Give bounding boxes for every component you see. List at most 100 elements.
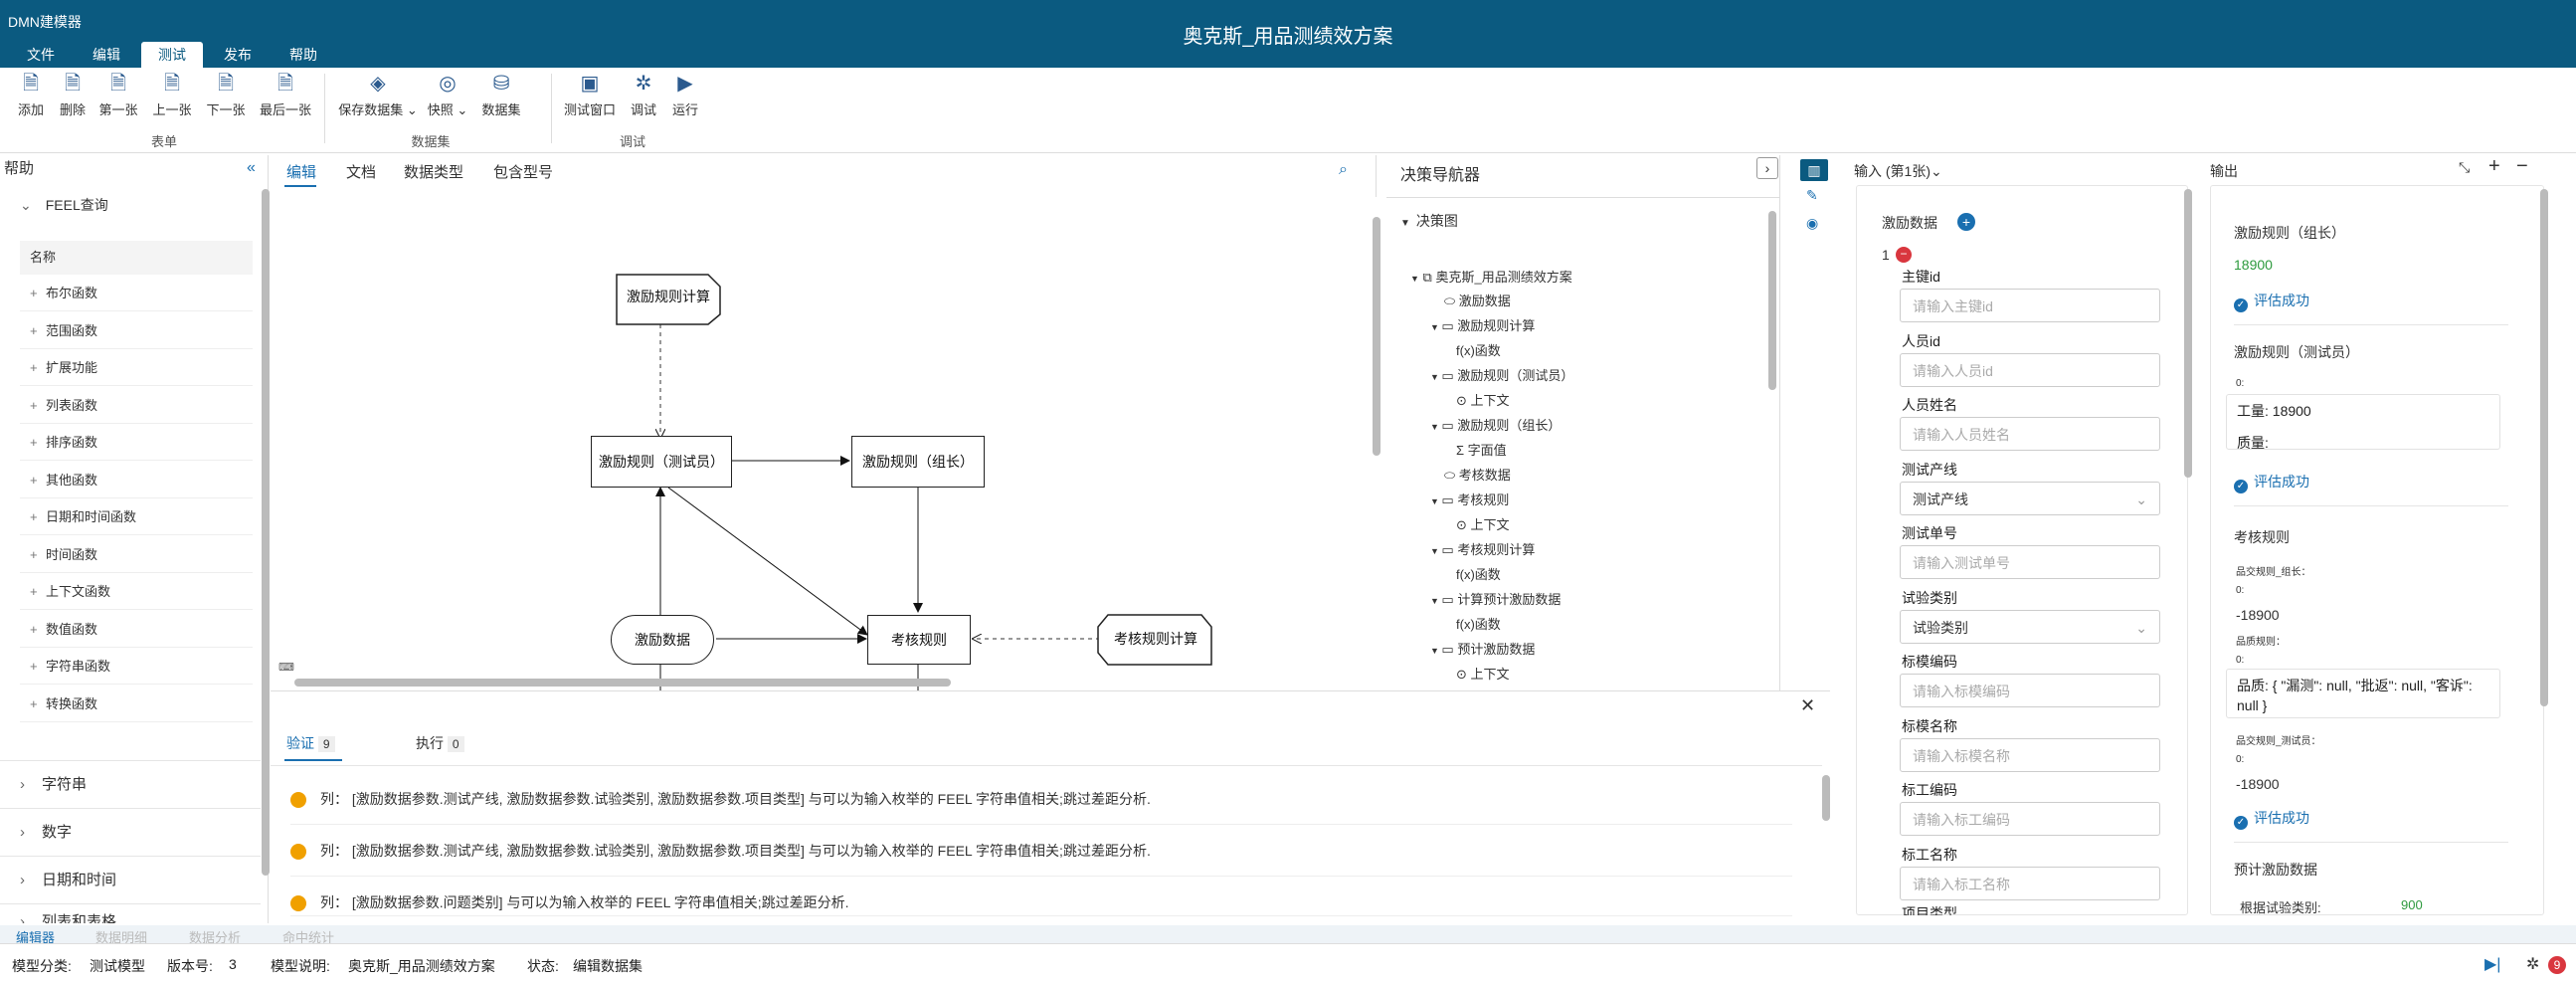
navigator-toggle-button[interactable]: › <box>1756 157 1778 179</box>
diagram-canvas[interactable]: 激励规则计算 激励规则（测试员） 激励规则（组长） 激励数据 考核规则 考核规则… <box>271 197 1380 690</box>
validation-message[interactable]: 列： [激励数据参数.测试产线, 激励数据参数.试验类别, 激励数据参数.项目类… <box>290 825 1792 877</box>
last-button[interactable]: 🗎 最后一张 <box>257 72 314 118</box>
output-scrollbar[interactable] <box>2540 189 2548 706</box>
next-button[interactable]: 🗎 下一张 <box>203 72 249 118</box>
tree-item[interactable]: f(x)函数 <box>1456 564 1501 583</box>
tree-item[interactable]: ▼ ▭ 预计激励数据 <box>1430 639 1535 658</box>
edit-icon[interactable]: ✎ <box>1806 187 1818 204</box>
keyboard-icon[interactable]: ⌨ <box>278 661 294 674</box>
menu-tab-test[interactable]: 测试 <box>141 42 203 68</box>
function-category-item[interactable]: + 列表函数 <box>20 387 253 424</box>
function-category-item[interactable]: + 日期和时间函数 <box>20 498 253 535</box>
text-input[interactable]: 请输入人员姓名 <box>1900 417 2160 451</box>
left-scrollbar[interactable] <box>262 189 270 876</box>
function-category-item[interactable]: + 排序函数 <box>20 424 253 461</box>
snapshot-button[interactable]: ◎ 快照 ⌄ <box>426 72 469 118</box>
minus-icon[interactable]: − <box>2516 155 2528 178</box>
tree-item[interactable]: Σ 字面值 <box>1456 440 1507 459</box>
validation-message[interactable]: 列： [激励数据参数.问题类别] 与可以为输入枚举的 FEEL 字符串值相关;跳… <box>290 877 1792 916</box>
add-button[interactable]: 🗎 添加 <box>14 72 48 118</box>
tree-item[interactable]: ⊙ 上下文 <box>1456 390 1510 409</box>
tree-item[interactable]: ⬭ 考核数据 <box>1444 465 1511 484</box>
menu-tab-publish[interactable]: 发布 <box>207 42 269 68</box>
tree-item[interactable]: ▼ ▭ 激励规则（组长） <box>1430 415 1561 434</box>
tree-item[interactable]: ▼ ▭ 考核规则计算 <box>1430 539 1535 558</box>
function-category-item[interactable]: + 扩展功能 <box>20 349 253 386</box>
first-button[interactable]: 🗎 第一张 <box>95 72 141 118</box>
text-input[interactable]: 请输入测试单号 <box>1900 545 2160 579</box>
remove-item-icon[interactable]: − <box>1896 247 1912 263</box>
tab-data-types[interactable]: 数据类型 <box>404 161 463 182</box>
menu-tab-edit[interactable]: 编辑 <box>76 42 137 68</box>
validation-message[interactable]: 列： [激励数据参数.测试产线, 激励数据参数.试验类别, 激励数据参数.项目类… <box>290 773 1792 825</box>
function-category-item[interactable]: + 时间函数 <box>20 536 253 573</box>
tree-item[interactable]: ▼ ▭ 考核规则 <box>1430 490 1509 508</box>
collapse-panel-icon[interactable]: « <box>247 159 256 177</box>
tab-validation[interactable]: 验证 9 <box>286 733 335 753</box>
section-list-table[interactable]: › 列表和表格 <box>0 903 261 923</box>
tab-included-models[interactable]: 包含型号 <box>493 161 553 182</box>
bkm-node-calc[interactable]: 激励规则计算 <box>617 287 720 306</box>
close-icon[interactable]: ✕ <box>1800 695 1815 716</box>
function-category-item[interactable]: + 范围函数 <box>20 312 253 349</box>
bug-icon[interactable]: ✲ <box>2526 954 2539 974</box>
previous-button[interactable]: 🗎 上一张 <box>149 72 195 118</box>
section-datetime[interactable]: › 日期和时间 <box>0 856 261 903</box>
text-input[interactable]: 请输入人员id <box>1900 352 2160 387</box>
tree-item[interactable]: ▼ ▭ 激励规则（测试员） <box>1430 365 1573 384</box>
map-icon[interactable]: ▥ <box>1800 159 1828 181</box>
tab-docs[interactable]: 文档 <box>346 161 376 182</box>
tab-execution[interactable]: 执行 0 <box>416 733 464 753</box>
run-icon[interactable]: ▶| <box>2484 954 2500 974</box>
add-item-icon[interactable]: + <box>1957 213 1975 231</box>
delete-button[interactable]: 🗎 删除 <box>56 72 90 118</box>
tree-item[interactable]: ⊙ 上下文 <box>1456 514 1510 533</box>
tree-item[interactable]: f(x)函数 <box>1456 340 1501 359</box>
select-field[interactable]: 测试产线 ⌄ <box>1900 481 2160 515</box>
decision-node-tester[interactable]: 激励规则（测试员） <box>591 436 732 488</box>
text-input[interactable]: 请输入标工编码 <box>1900 802 2160 836</box>
function-category-item[interactable]: + 上下文函数 <box>20 573 253 610</box>
tab-edit[interactable]: 编辑 <box>286 161 316 182</box>
plus-icon[interactable]: + <box>2488 155 2500 178</box>
navigator-scrollbar[interactable] <box>1768 211 1776 390</box>
validation-scrollbar[interactable] <box>1822 775 1830 821</box>
debug-button[interactable]: ✲ 调试 <box>627 72 660 118</box>
tree-root[interactable]: ▼ ⧉ 奥克斯_用品测绩效方案 <box>1410 267 1572 286</box>
collapse-icon[interactable]: ⤡ <box>2459 159 2470 176</box>
text-input[interactable]: 请输入主键id <box>1900 289 2160 322</box>
canvas-vertical-scrollbar[interactable] <box>1373 217 1380 456</box>
feel-section-header[interactable]: ⌄ FEEL查询 <box>20 195 108 215</box>
diagram-section-header[interactable]: ▼ 决策图 <box>1400 211 1458 231</box>
function-category-item[interactable]: + 转换函数 <box>20 686 253 722</box>
tree-item[interactable]: ▼ ▭ 计算预计激励数据 <box>1430 589 1561 608</box>
save-dataset-button[interactable]: ◈ 保存数据集 ⌄ <box>338 72 418 118</box>
text-input[interactable]: 请输入标模编码 <box>1900 674 2160 707</box>
menu-tab-help[interactable]: 帮助 <box>273 42 334 68</box>
dataset-button[interactable]: ⛁ 数据集 <box>479 72 523 118</box>
decision-node-leader[interactable]: 激励规则（组长） <box>851 436 985 488</box>
function-category-item[interactable]: + 布尔函数 <box>20 275 253 311</box>
eye-icon[interactable]: ◉ <box>1806 215 1818 232</box>
canvas-horizontal-scrollbar[interactable] <box>294 679 951 687</box>
section-number[interactable]: › 数字 <box>0 808 261 856</box>
function-category-item[interactable]: + 字符串函数 <box>20 648 253 685</box>
error-count-badge[interactable]: 9 <box>2548 956 2566 974</box>
section-string[interactable]: › 字符串 <box>0 760 261 808</box>
input-scrollbar[interactable] <box>2184 189 2192 478</box>
text-input[interactable]: 请输入标工名称 <box>1900 866 2160 900</box>
function-category-item[interactable]: + 其他函数 <box>20 462 253 498</box>
function-category-item[interactable]: + 数值函数 <box>20 611 253 648</box>
tree-item[interactable]: ▼ ▭ 激励规则计算 <box>1430 315 1535 334</box>
select-field[interactable]: 试验类别 ⌄ <box>1900 609 2160 644</box>
text-input[interactable]: 请输入标模名称 <box>1900 737 2160 772</box>
run-button[interactable]: ▶ 运行 <box>668 72 702 118</box>
tree-item[interactable]: ⊙ 上下文 <box>1456 664 1510 683</box>
search-icon[interactable]: ⌕ <box>1339 161 1348 179</box>
decision-node-review[interactable]: 考核规则 <box>867 615 971 665</box>
test-window-button[interactable]: ▣ 测试窗口 <box>563 72 617 118</box>
menu-tab-file[interactable]: 文件 <box>10 42 72 68</box>
input-title[interactable]: 输入 (第1张)⌄ <box>1854 161 1942 181</box>
input-data-node[interactable]: 激励数据 <box>611 615 714 665</box>
tree-item[interactable]: ⬭ 激励数据 <box>1444 291 1511 309</box>
